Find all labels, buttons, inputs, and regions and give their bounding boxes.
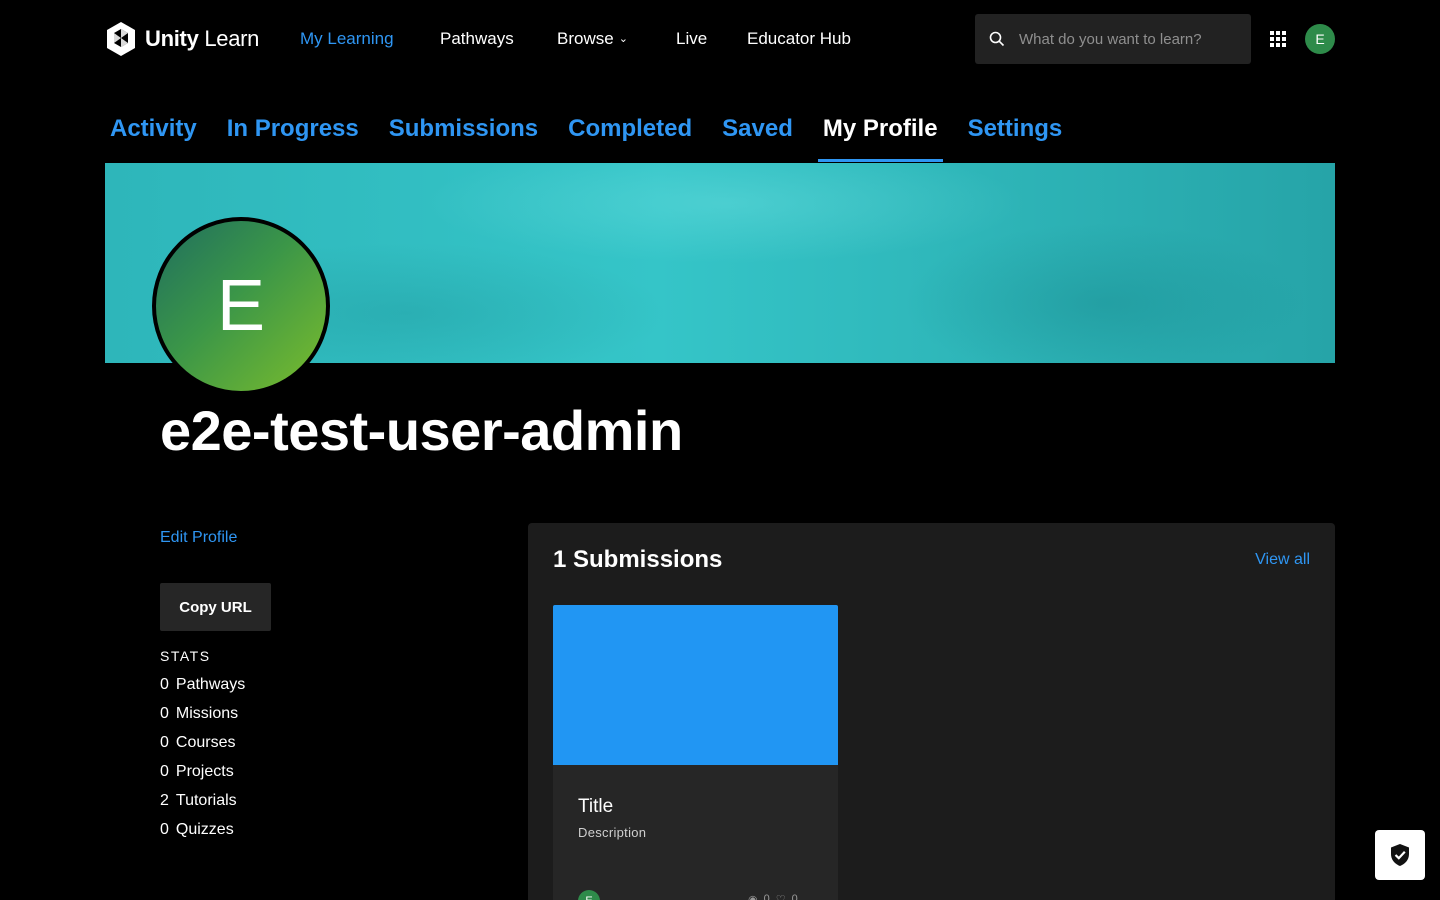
submission-title: Title	[578, 796, 614, 817]
like-count: 0	[791, 893, 798, 900]
nav-pathways[interactable]: Pathways	[440, 29, 514, 49]
profile-tabs: Activity In Progress Submissions Complet…	[105, 100, 1087, 162]
tab-saved[interactable]: Saved	[717, 100, 798, 162]
tab-in-progress[interactable]: In Progress	[222, 100, 364, 162]
eye-icon: ◉	[748, 894, 758, 900]
tab-settings[interactable]: Settings	[963, 100, 1068, 162]
stat-projects: 0 Projects	[160, 763, 234, 780]
apps-grid-icon[interactable]	[1270, 31, 1286, 47]
privacy-shield-button[interactable]	[1375, 830, 1425, 880]
unity-cube-icon	[107, 22, 135, 56]
profile-avatar: E	[152, 217, 330, 395]
submissions-panel: 1 Submissions View all Title Description…	[528, 523, 1335, 900]
chevron-down-icon: ⌄	[618, 33, 628, 45]
nav-live[interactable]: Live	[676, 29, 707, 49]
submission-thumbnail	[553, 605, 838, 765]
stats-heading: STATS	[160, 648, 211, 664]
nav-educator-hub[interactable]: Educator Hub	[747, 29, 851, 49]
submissions-heading: 1 Submissions	[553, 546, 723, 573]
shield-check-icon	[1391, 844, 1409, 866]
top-navigation: Unity Learn My Learning Pathways Browse ⌄…	[0, 0, 1440, 78]
view-count: 0	[763, 893, 770, 900]
submission-meta: ◉ 0 ♡ 0	[748, 893, 798, 900]
tab-completed[interactable]: Completed	[563, 100, 697, 162]
brand-name: Unity Learn	[145, 26, 260, 51]
nav-browse-label: Browse	[557, 29, 614, 48]
author-avatar: E	[578, 890, 600, 900]
nav-my-learning[interactable]: My Learning	[300, 29, 394, 49]
stat-pathways: 0 Pathways	[160, 676, 246, 693]
nav-browse[interactable]: Browse ⌄	[557, 29, 628, 49]
profile-username: e2e-test-user-admin	[160, 399, 683, 462]
heart-icon: ♡	[775, 894, 786, 900]
submission-description: Description	[578, 825, 647, 840]
search-box	[975, 14, 1251, 64]
stat-tutorials: 2 Tutorials	[160, 792, 237, 809]
tab-submissions[interactable]: Submissions	[384, 100, 543, 162]
submission-card[interactable]: Title Description E ◉ 0 ♡ 0	[553, 605, 838, 900]
tab-activity[interactable]: Activity	[105, 100, 202, 162]
stat-missions: 0 Missions	[160, 705, 239, 722]
user-avatar[interactable]: E	[1305, 24, 1335, 54]
edit-profile-link[interactable]: Edit Profile	[160, 529, 237, 547]
stats-list: 0 Pathways 0 Missions 0 Courses 0 Projects 2…	[160, 676, 245, 850]
tab-my-profile[interactable]: My Profile	[817, 100, 943, 162]
search-icon	[989, 31, 1005, 47]
unity-learn-logo[interactable]: Unity Learn	[105, 21, 259, 57]
search-input[interactable]	[1019, 30, 1239, 48]
copy-url-button[interactable]: Copy URL	[160, 583, 271, 631]
stat-quizzes: 0 Quizzes	[160, 821, 234, 838]
stat-courses: 0 Courses	[160, 734, 236, 751]
view-all-link[interactable]: View all	[1255, 551, 1310, 569]
